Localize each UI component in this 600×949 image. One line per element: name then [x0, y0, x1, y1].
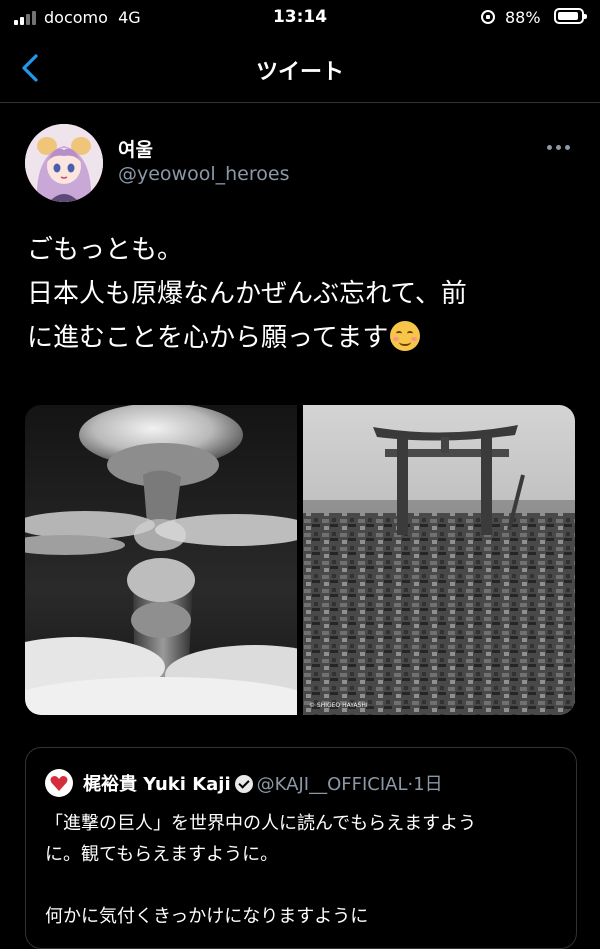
- author-display-name[interactable]: 여울: [118, 135, 153, 162]
- tweet-text-line: に進むことを心から願ってます: [27, 323, 389, 353]
- quoted-tweet[interactable]: 梶裕貴 Yuki Kaji @KAJI__OFFICIAL·1日 「進撃の巨人」を…: [25, 747, 577, 949]
- page-title: ツイート: [255, 60, 344, 85]
- chevron-left-icon: [22, 54, 38, 82]
- smiling-face-emoji-icon: [390, 321, 421, 351]
- verified-badge-icon: [234, 775, 253, 793]
- quoted-text-blank-line: [45, 870, 565, 901]
- quoted-avatar: [45, 769, 73, 797]
- battery-icon: [554, 8, 587, 24]
- quoted-handle: @KAJI__OFFICIAL: [256, 774, 408, 795]
- tweet-media: © SHIGEO HAYASHI: [25, 405, 575, 715]
- orientation-lock-icon: [481, 10, 495, 24]
- anime-girl-avatar-image: [25, 124, 103, 202]
- quoted-display-name: 梶裕貴 Yuki Kaji: [83, 774, 231, 795]
- tweet-text-line: 日本人も原爆なんかぜんぶ忘れて、前: [27, 279, 467, 309]
- avatar[interactable]: [25, 124, 103, 202]
- network-type: 4G: [118, 8, 141, 27]
- battery-percentage: 88%: [505, 8, 541, 27]
- tweet-text-line: ごもっとも。: [27, 235, 184, 265]
- more-dot-icon: [556, 145, 561, 150]
- quoted-text-line: に。観てもらえますように。: [45, 844, 279, 865]
- quoted-tweet-text: 「進撃の巨人」を世界中の人に読んでもらえますよう に。観てもらえますように。 何…: [45, 808, 565, 932]
- status-bar: docomo 4G 13:14 88%: [0, 0, 600, 36]
- quoted-tweet-header: 梶裕貴 Yuki Kaji @KAJI__OFFICIAL·1日: [83, 770, 443, 796]
- more-dot-icon: [565, 145, 570, 150]
- quoted-timestamp: 1日: [413, 774, 443, 795]
- more-options-button[interactable]: [543, 137, 575, 157]
- tweet-text-line-last: に進むことを心から願ってます: [27, 316, 577, 360]
- photo-watermark: © SHIGEO HAYASHI: [309, 702, 368, 709]
- photo-torii-ruins[interactable]: © SHIGEO HAYASHI: [303, 405, 575, 715]
- more-dot-icon: [547, 145, 552, 150]
- back-button[interactable]: [12, 48, 52, 88]
- heart-icon: [50, 776, 68, 791]
- carrier-name: docomo: [44, 8, 108, 27]
- tweet-text: ごもっとも。 日本人も原爆なんかぜんぶ忘れて、前 に進むことを心から願ってます: [27, 228, 577, 360]
- navigation-bar: ツイート: [0, 38, 600, 103]
- carrier-label: docomo 4G: [44, 8, 141, 27]
- quoted-text-line: 「進撃の巨人」を世界中の人に読んでもらえますよう: [45, 813, 477, 834]
- quoted-text-line: 何かに気付くきっかけになりますように: [45, 906, 369, 927]
- photo-mushroom-cloud[interactable]: [25, 405, 297, 715]
- signal-icon: [14, 11, 40, 25]
- author-handle[interactable]: @yeowool_heroes: [118, 163, 289, 185]
